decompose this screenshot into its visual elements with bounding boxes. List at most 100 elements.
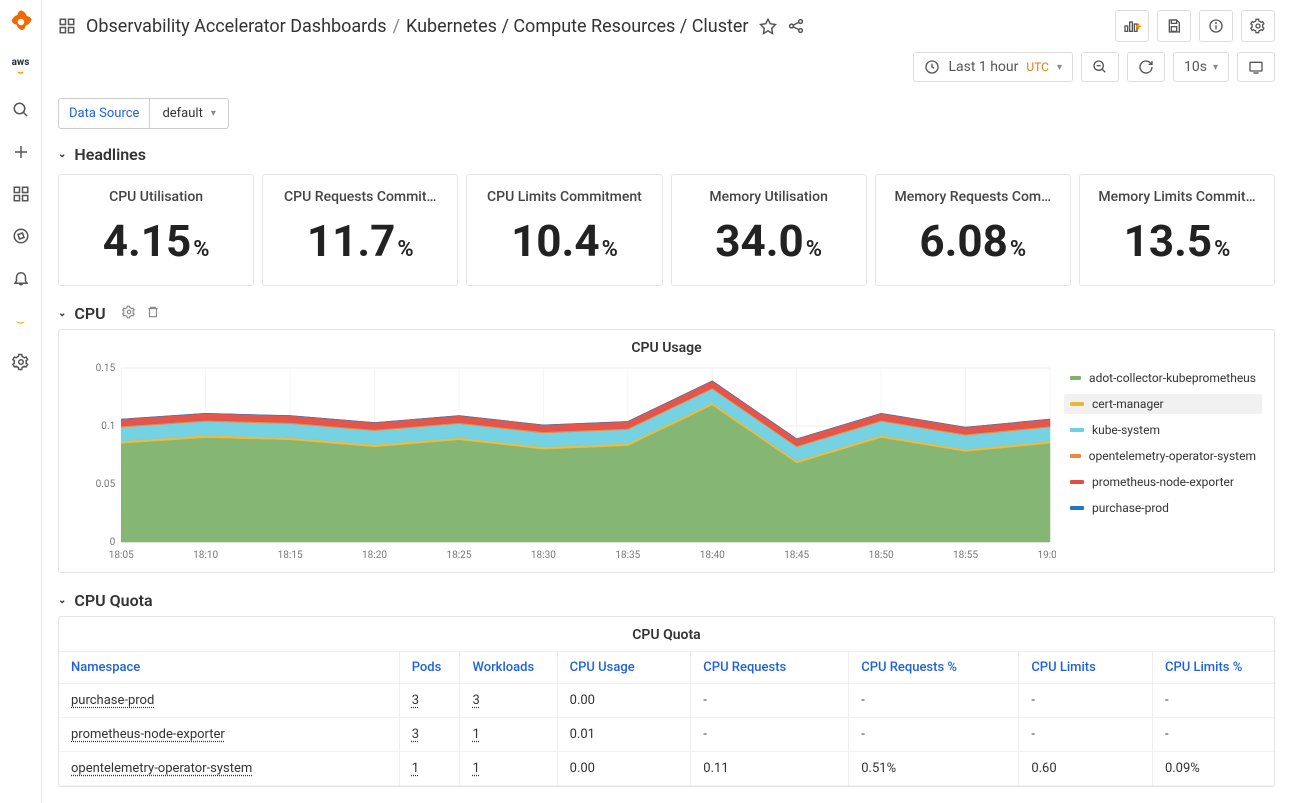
table-row: purchase-prod 3 3 0.00 - - - - [59,684,1274,718]
alerts-icon[interactable] [11,268,31,288]
table-column-header[interactable]: CPU Limits [1019,652,1153,684]
chevron-down-icon: ▾ [1213,62,1218,73]
table-column-header[interactable]: CPU Requests % [849,652,1019,684]
breadcrumb-title[interactable]: Kubernetes / Compute Resources / Cluster [406,16,749,37]
zoom-out-button[interactable] [1081,52,1119,82]
config-icon[interactable] [11,352,31,372]
legend-swatch [1070,454,1081,458]
stat-panel[interactable]: Memory Requests Com… 6.08% [875,174,1071,286]
grafana-logo-icon[interactable] [7,8,35,36]
variables-row: Data Source default▾ [42,92,1291,139]
aws-logo-icon: aws⌣ [12,58,30,78]
save-button[interactable] [1157,10,1191,42]
row-header-cpu[interactable]: ⌄ CPU [42,298,1291,329]
legend-item[interactable]: kube-system [1064,420,1262,440]
breadcrumb[interactable]: Observability Accelerator Dashboards / K… [86,16,749,37]
svg-text:18:10: 18:10 [193,550,218,561]
tv-mode-button[interactable] [1237,52,1275,82]
svg-text:0: 0 [110,537,116,548]
star-icon[interactable] [759,17,777,35]
svg-text:18:45: 18:45 [784,550,809,561]
stat-panel[interactable]: CPU Requests Commit… 11.7% [262,174,458,286]
stat-title: CPU Utilisation [109,189,203,205]
legend-item[interactable]: purchase-prod [1064,498,1262,518]
cpu-usage-panel: CPU Usage 00.050.10.1518:0518:1018:1518:… [58,329,1275,573]
table-column-header[interactable]: CPU Usage [557,652,691,684]
stat-title: Memory Requests Com… [894,189,1051,205]
chart-legend: adot-collector-kubeprometheus cert-manage… [1056,368,1262,562]
cell-pods[interactable]: 1 [399,752,460,786]
legend-item[interactable]: adot-collector-kubeprometheus [1064,368,1262,388]
cell-cpu-requests: 0.11 [691,752,849,786]
legend-swatch [1070,402,1084,406]
cell-workloads[interactable]: 3 [460,684,557,718]
legend-label: opentelemetry-operator-system [1089,449,1256,463]
cpu-usage-chart[interactable]: 00.050.10.1518:0518:1018:1518:2018:2518:… [71,362,1056,562]
chevron-down-icon: ⌄ [58,595,66,606]
settings-button[interactable] [1241,10,1275,42]
svg-text:18:55: 18:55 [953,550,978,561]
plus-icon[interactable] [11,142,31,162]
page-header: Observability Accelerator Dashboards / K… [42,0,1291,46]
cpu-quota-panel: CPU Quota NamespacePodsWorkloadsCPU Usag… [58,616,1275,787]
table-column-header[interactable]: Pods [399,652,460,684]
aws-smile-icon: ⌣ [16,314,25,330]
cell-cpu-usage: 0.01 [557,718,691,752]
table-column-header[interactable]: CPU Requests [691,652,849,684]
svg-text:18:15: 18:15 [278,550,303,561]
row-header-cpu-quota[interactable]: ⌄ CPU Quota [42,585,1291,616]
cell-workloads[interactable]: 1 [460,718,557,752]
stats-row: CPU Utilisation 4.15%CPU Requests Commit… [42,170,1291,298]
legend-label: kube-system [1092,423,1160,437]
row-title: Headlines [74,145,146,164]
stat-value: 11.7% [307,215,414,267]
stat-panel[interactable]: CPU Utilisation 4.15% [58,174,254,286]
stat-panel[interactable]: Memory Limits Commit… 13.5% [1079,174,1275,286]
cell-namespace[interactable]: prometheus-node-exporter [59,718,399,752]
table-column-header[interactable]: Namespace [59,652,399,684]
legend-swatch [1070,376,1081,380]
time-range-label: Last 1 hour [948,59,1018,75]
cell-workloads[interactable]: 1 [460,752,557,786]
cell-namespace[interactable]: opentelemetry-operator-system [59,752,399,786]
share-icon[interactable] [787,17,805,35]
time-toolbar: Last 1 hour UTC ▾ 10s▾ [42,46,1291,92]
legend-swatch [1070,480,1084,484]
breadcrumb-folder[interactable]: Observability Accelerator Dashboards [86,16,387,37]
info-button[interactable] [1199,10,1233,42]
svg-text:0.15: 0.15 [96,363,116,374]
refresh-interval-picker[interactable]: 10s▾ [1173,52,1229,82]
cell-namespace[interactable]: purchase-prod [59,684,399,718]
datasource-variable-label: Data Source [58,98,150,129]
row-header-headlines[interactable]: ⌄ Headlines [42,139,1291,170]
dashboard-grid-icon[interactable] [58,17,76,35]
legend-item[interactable]: opentelemetry-operator-system [1064,446,1262,466]
stat-value: 13.5% [1124,215,1231,267]
search-icon[interactable] [11,100,31,120]
time-range-picker[interactable]: Last 1 hour UTC ▾ [913,52,1073,82]
chevron-down-icon: ⌄ [58,308,66,319]
legend-label: prometheus-node-exporter [1092,475,1234,489]
legend-item[interactable]: cert-manager [1064,394,1262,414]
table-column-header[interactable]: CPU Limits % [1152,652,1274,684]
cell-cpu-requests-pct: 0.51% [849,752,1019,786]
add-panel-button[interactable]: + [1115,10,1149,42]
stat-panel[interactable]: CPU Limits Commitment 10.4% [466,174,662,286]
stat-value: 4.15% [103,215,210,267]
explore-icon[interactable] [11,226,31,246]
dashboards-icon[interactable] [11,184,31,204]
stat-panel[interactable]: Memory Utilisation 34.0% [671,174,867,286]
cell-pods[interactable]: 3 [399,718,460,752]
stat-value: 10.4% [511,215,618,267]
table-column-header[interactable]: Workloads [460,652,557,684]
trash-icon[interactable] [146,304,160,323]
cell-pods[interactable]: 3 [399,684,460,718]
panel-title[interactable]: CPU Quota [59,617,1274,652]
panel-title[interactable]: CPU Usage [71,340,1262,356]
svg-text:18:05: 18:05 [109,550,134,561]
gear-icon[interactable] [122,304,136,323]
legend-item[interactable]: prometheus-node-exporter [1064,472,1262,492]
row-title: CPU Quota [74,591,152,610]
refresh-button[interactable] [1127,52,1165,82]
datasource-variable-select[interactable]: default▾ [149,98,228,129]
